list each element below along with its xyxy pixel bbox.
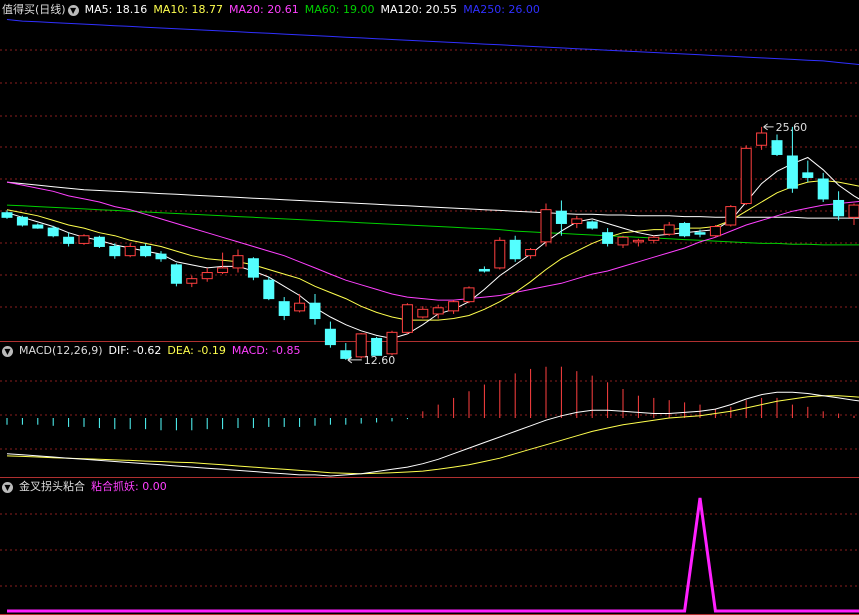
price-panel-header: 值得买(日线) ▼ MA5: 18.16 MA10: 18.77 MA20: 20.61… [2, 2, 546, 18]
candle-down [694, 232, 706, 235]
candle-up [848, 204, 859, 218]
candle-down [140, 245, 152, 257]
candle-down [32, 224, 44, 229]
candle-down [771, 140, 783, 155]
candle-down [602, 232, 614, 244]
candle-down [1, 212, 13, 218]
candle-up [617, 236, 629, 246]
dif-label: DIF: -0.62 [108, 344, 162, 357]
ma20-label: MA20: 20.61 [229, 3, 299, 16]
candle-down [555, 210, 567, 224]
candle-down [63, 236, 75, 244]
candle-down [509, 239, 521, 260]
candle-up [725, 206, 737, 226]
candle-down [247, 258, 259, 278]
macd-panel-header: ▼ MACD(12,26,9) DIF: -0.62 DEA: -0.19 MACD: … [2, 343, 306, 359]
high-arrow-icon [763, 123, 774, 131]
low-arrow-icon [347, 356, 362, 364]
candle-down [833, 199, 845, 217]
ma120-label: MA120: 20.55 [380, 3, 458, 16]
candle-down [340, 350, 352, 359]
dif-line [6, 391, 859, 477]
candle-up [186, 278, 198, 284]
candle-up [756, 132, 768, 146]
candle-up [401, 304, 413, 333]
candle-up [525, 249, 537, 257]
chevron-down-icon[interactable]: ▼ [2, 345, 13, 357]
candle-up [432, 307, 444, 315]
candle-up [663, 224, 675, 235]
candle-up [386, 331, 398, 355]
candle-down [278, 301, 290, 316]
candle-down [371, 337, 383, 356]
ma10-label: MA10: 18.77 [153, 3, 224, 16]
ma250-label: MA250: 26.00 [463, 3, 540, 16]
ma5-label: MA5: 18.16 [84, 3, 148, 16]
candle-up [632, 239, 644, 243]
macd-title[interactable]: MACD(12,26,9) [19, 344, 103, 357]
candle-down [324, 328, 336, 346]
candle-up [571, 218, 583, 224]
candle-up [494, 239, 506, 269]
signal-title[interactable]: 金叉拐头粘合 [19, 480, 85, 493]
candle-down [309, 302, 321, 320]
signal-panel-header: ▼ 金叉拐头粘合 粘合抓妖: 0.00 [2, 479, 173, 495]
candle-up [463, 287, 475, 303]
candle-up [217, 267, 229, 274]
stock-title[interactable]: 值得买(日线) [2, 3, 66, 16]
candle-down [802, 172, 814, 178]
signal-line [7, 497, 859, 613]
candle-up [417, 308, 429, 318]
ma60-label: MA60: 19.00 [304, 3, 375, 16]
candle-down [586, 221, 598, 229]
chevron-down-icon[interactable]: ▼ [2, 481, 13, 493]
candle-up [124, 245, 136, 257]
candle-up [648, 236, 660, 241]
chevron-down-icon[interactable]: ▼ [67, 4, 79, 16]
high-price-label: 25.60 [776, 121, 808, 134]
candle-down [109, 245, 121, 257]
candle-down [170, 264, 182, 284]
macd-label: MACD: -0.85 [231, 344, 301, 357]
candle-down [679, 222, 691, 237]
ma250-line [6, 19, 859, 65]
candle-up [78, 235, 90, 244]
candle-up [709, 226, 721, 237]
low-price-label: 12.60 [364, 354, 396, 367]
candle-down [155, 253, 167, 260]
candle-down [478, 268, 490, 272]
candle-down [263, 279, 275, 300]
candle-down [47, 227, 59, 237]
candle-down [817, 178, 829, 200]
signal-value: 粘合抓妖: 0.00 [91, 480, 167, 493]
candle-up [448, 301, 460, 312]
candle-down [16, 216, 28, 226]
stock-chart: 12.60 25.60 [0, 19, 859, 615]
candle-up [201, 272, 213, 280]
candle-down [786, 155, 798, 189]
dea-label: DEA: -0.19 [167, 344, 226, 357]
candle-up [540, 209, 552, 243]
candle-up [294, 302, 306, 312]
candle-down [93, 236, 105, 247]
candle-up [740, 147, 752, 205]
candle-up [232, 255, 244, 269]
